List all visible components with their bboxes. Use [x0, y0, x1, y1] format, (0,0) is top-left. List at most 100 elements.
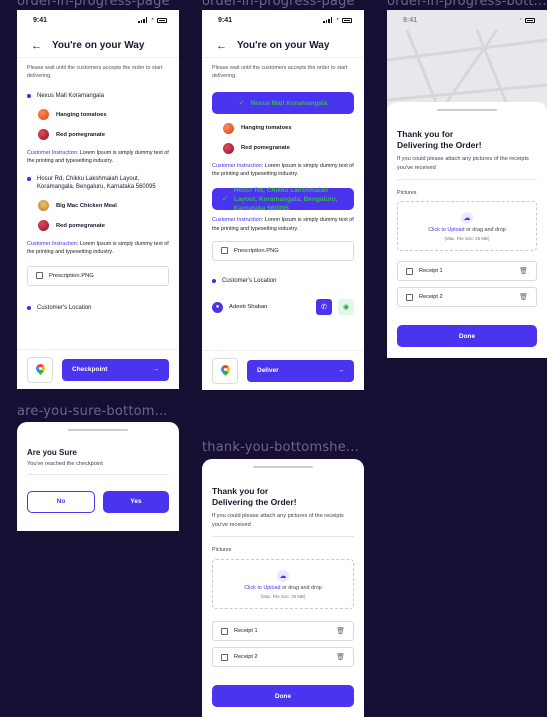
deliver-button[interactable]: Deliver → [247, 359, 354, 382]
customer-location-label: Customer's Location [37, 304, 92, 311]
item-name: Big Mac Chicken Meal [56, 202, 117, 209]
page-title: You're on your Way [52, 40, 145, 51]
sheet-title: Thank you for Delivering the Order! [387, 129, 547, 150]
order-in-progress-screen-2: 9:41 ◔ ← You're on your Way Please wait … [202, 10, 364, 390]
pomegranate-icon [223, 142, 234, 154]
check-icon: ✓ [222, 195, 228, 203]
frame-label: order-in-progress-page [202, 0, 355, 9]
wifi-icon: ◔ [518, 17, 522, 23]
status-bar: 9:41 ◔ [387, 10, 547, 30]
tomato-icon [223, 122, 234, 134]
sheet-handle[interactable] [68, 429, 128, 431]
customer-instruction: Customer Instruction: Lorem Ipsum is sim… [202, 162, 364, 178]
stop-dot-icon [27, 305, 31, 310]
stop-address: Nexus Mall Koramangala [37, 93, 105, 100]
thank-you-bottom-sheet: Thank you for Delivering the Order! If yo… [202, 459, 364, 717]
title-line: Thank you for [212, 486, 269, 496]
divider [212, 536, 354, 538]
item-name: Hanging tomatoes [56, 111, 107, 118]
status-bar: 9:41 ◔ [202, 10, 364, 30]
button-row: No Yes [17, 490, 179, 513]
whatsapp-button[interactable]: ◉ [338, 299, 354, 316]
image-file-icon [221, 627, 228, 635]
file-icon [221, 247, 228, 255]
prescription-file[interactable]: Prescription.PNG [212, 240, 354, 261]
done-button[interactable]: Done [212, 685, 354, 708]
thank-you-bottom-sheet: Thank you for Delivering the Order! If yo… [387, 102, 547, 358]
title-line: Thank you for [397, 129, 454, 139]
stop-dot-icon [27, 94, 31, 99]
checkpoint-button[interactable]: Checkpoint → [62, 358, 169, 381]
map-button[interactable] [212, 357, 238, 384]
back-arrow-icon[interactable]: ← [216, 40, 227, 52]
customer-name: Adeeb Shaban [229, 304, 268, 311]
upload-text: Click to Upload or drag and drop [428, 227, 506, 233]
stop-dropoff: Hosur Rd, Chikku Lakshmaiah Layout, Kora… [17, 175, 179, 192]
sheet-title: Are you Sure [27, 448, 77, 457]
receipt-item[interactable]: Receipt 2 🗑 [212, 647, 354, 668]
stop-dot-icon [27, 176, 31, 181]
done-button[interactable]: Done [397, 325, 537, 348]
frame-label: order-in-progress-bott... [387, 0, 547, 9]
trash-icon[interactable]: 🗑 [519, 293, 528, 301]
customer-location-label: Customer's Location [222, 277, 277, 284]
bottom-action-bar: Deliver → [202, 350, 364, 390]
trash-icon[interactable]: 🗑 [519, 267, 528, 275]
sheet-handle[interactable] [253, 466, 313, 468]
customer-instruction: Customer Instruction: Lorem Ipsum is sim… [17, 240, 179, 256]
stop-dot-icon [212, 278, 216, 283]
stop-address: Nexus Mall Koramangala [250, 99, 328, 107]
frame-label: order-in-progress-page [17, 0, 170, 9]
sheet-title: Thank you for Delivering the Order! [202, 486, 364, 507]
receipt-item[interactable]: Receipt 1 🗑 [397, 261, 537, 282]
receipt-name: Receipt 2 [234, 654, 258, 661]
customer-instruction: Customer Instruction: Lorem Ipsum is sim… [202, 216, 364, 232]
receipt-name: Receipt 1 [419, 268, 443, 275]
check-icon: ✓ [238, 99, 245, 107]
phone-icon: ✆ [321, 304, 327, 312]
status-bar: 9:41 ◔ [17, 10, 179, 30]
list-item: Hanging tomatoes [202, 120, 364, 136]
sheet-subtitle: You've reached the checkpoint [27, 461, 103, 467]
item-name: Red pomegranate [56, 131, 105, 138]
list-item: Hanging tomatoes [17, 107, 179, 123]
instruction-label: Customer Instruction: [27, 149, 79, 156]
sheet-subtitle: If you could please attach any pictures … [397, 156, 529, 172]
no-button[interactable]: No [27, 490, 95, 513]
yes-button[interactable]: Yes [103, 490, 169, 513]
signal-icon [323, 17, 333, 23]
order-in-progress-screen: 9:41 ◔ ← You're on your Way Please wait … [17, 10, 179, 389]
upload-link[interactable]: Click to Upload [244, 585, 280, 591]
map-button[interactable] [27, 356, 53, 383]
file-name: Prescription.PNG [234, 247, 279, 254]
pomegranate-icon [38, 129, 49, 141]
back-arrow-icon[interactable]: ← [31, 40, 42, 52]
trash-icon[interactable]: 🗑 [336, 627, 345, 635]
call-button[interactable]: ✆ [316, 299, 332, 316]
trash-icon[interactable]: 🗑 [336, 653, 345, 661]
receipt-item[interactable]: Receipt 2 🗑 [397, 287, 537, 308]
upload-dropzone[interactable]: ☁ Click to Upload or drag and drop (Max.… [212, 559, 354, 610]
signal-icon [138, 17, 148, 23]
list-item: Big Mac Chicken Meal [17, 198, 179, 214]
wifi-icon: ◔ [335, 17, 339, 23]
item-name: Hanging tomatoes [241, 125, 292, 132]
instruction-label: Customer Instruction: [212, 217, 264, 224]
status-time: 9:41 [403, 16, 418, 24]
frame-label: thank-you-bottomshe... [202, 440, 359, 455]
pictures-label: Pictures [397, 190, 417, 197]
upload-text: Click to Upload or drag and drop [244, 585, 322, 591]
upload-link[interactable]: Click to Upload [428, 227, 464, 233]
upload-dropzone[interactable]: ☁ Click to Upload or drag and drop (Max.… [397, 201, 537, 252]
sheet-handle[interactable] [437, 109, 497, 111]
receipt-item[interactable]: Receipt 1 🗑 [212, 621, 354, 642]
wait-hint: Please wait until the customers accepts … [27, 65, 163, 80]
header: ← You're on your Way [202, 34, 364, 58]
customer-instruction: Customer Instruction: Lorem Ipsum is sim… [17, 149, 179, 165]
list-item: Red pomegranate [202, 140, 364, 156]
upload-cloud-icon: ☁ [277, 569, 289, 582]
button-label: Checkpoint [72, 366, 108, 373]
wait-hint: Please wait until the customers accepts … [212, 65, 348, 80]
prescription-file[interactable]: Prescription.PNG [27, 265, 169, 286]
battery-icon [525, 17, 535, 23]
